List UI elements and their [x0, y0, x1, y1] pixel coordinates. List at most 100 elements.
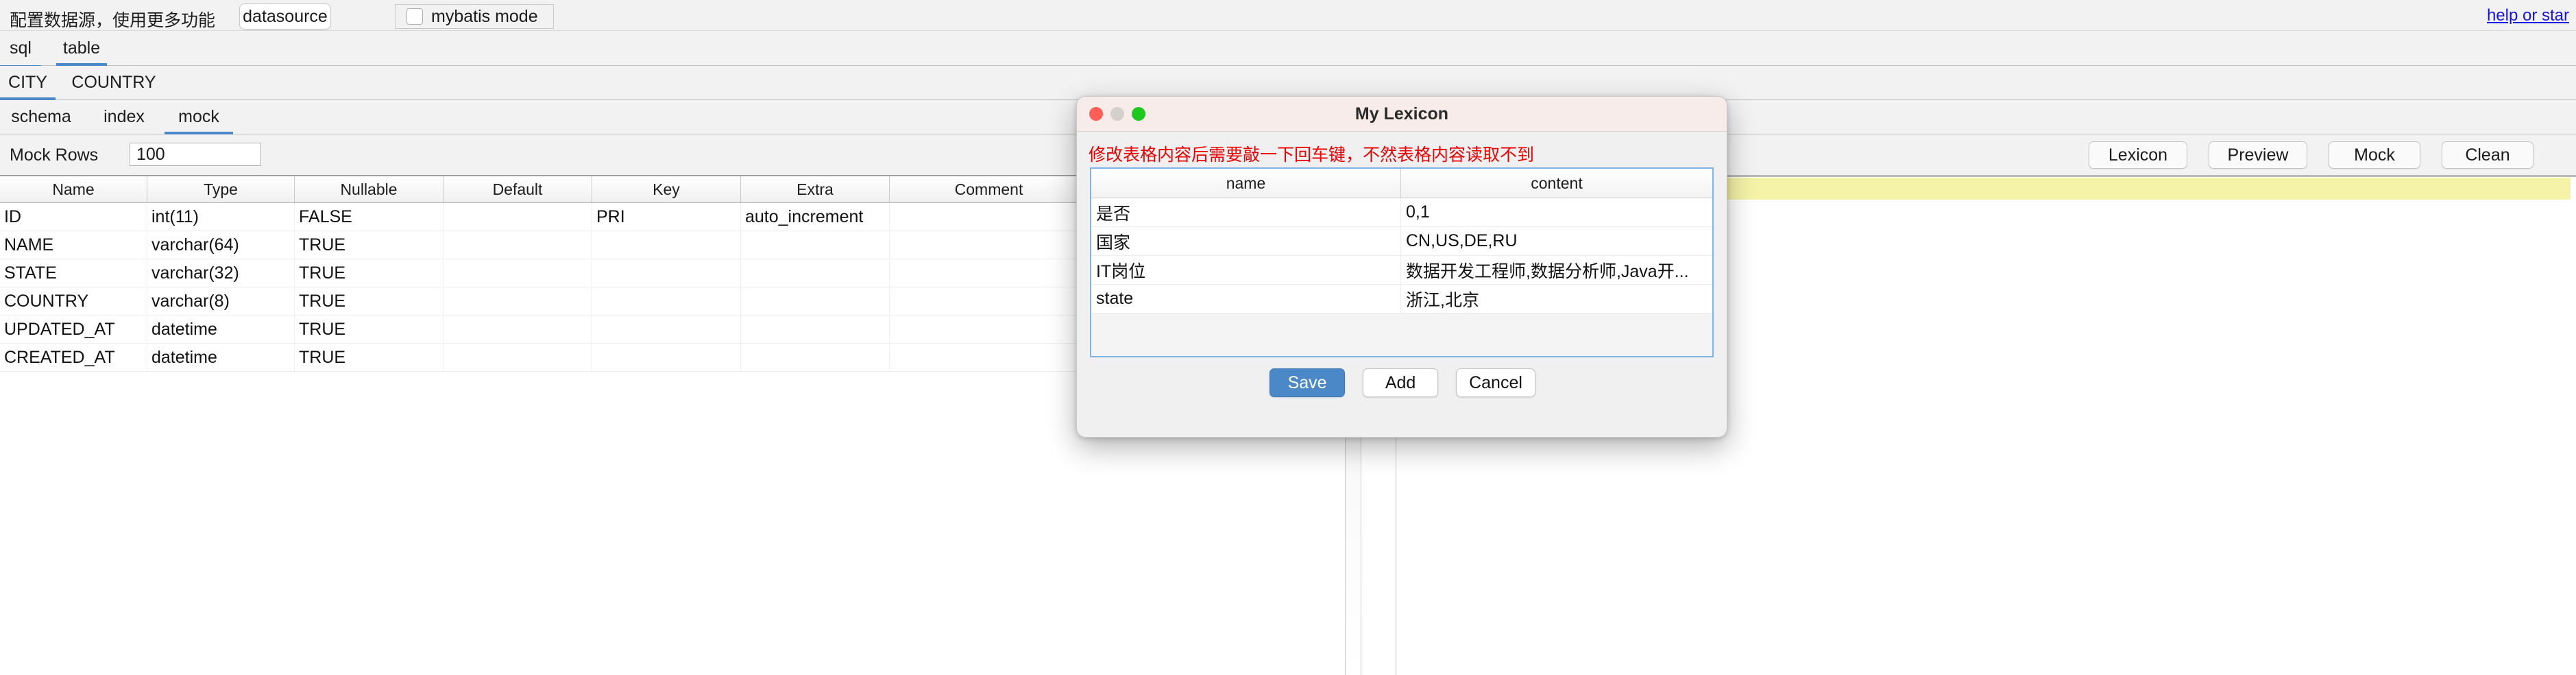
dialog-titlebar[interactable]: My Lexicon [1077, 97, 1727, 132]
cell-nullable[interactable]: TRUE [295, 259, 443, 287]
lexicon-cell-name[interactable]: 国家 [1091, 227, 1401, 255]
mybatis-mode-checkbox[interactable]: mybatis mode [395, 4, 554, 29]
lexicon-table-header: name content [1091, 169, 1712, 198]
cell-nullable[interactable]: TRUE [295, 231, 443, 259]
lexicon-col-header-content[interactable]: content [1401, 169, 1712, 198]
lexicon-cell-name[interactable]: IT岗位 [1091, 256, 1401, 284]
mock-button[interactable]: Mock [2329, 141, 2420, 169]
col-header-comment[interactable]: Comment [890, 176, 1089, 202]
cell-key[interactable] [592, 316, 741, 343]
lexicon-table[interactable]: name content 是否 0,1 国家 CN,US,DE,RU IT岗位 … [1090, 167, 1714, 357]
cell-extra[interactable] [741, 316, 890, 343]
cell-comment[interactable] [890, 344, 1089, 371]
col-header-extra[interactable]: Extra [741, 176, 890, 202]
lexicon-cell-content[interactable]: 数据开发工程师,数据分析师,Java开... [1401, 256, 1712, 284]
cell-default[interactable] [443, 259, 592, 287]
cell-extra[interactable]: auto_increment [741, 203, 890, 230]
lexicon-col-header-name[interactable]: name [1091, 169, 1401, 198]
lexicon-cell-content[interactable]: 浙江,北京 [1401, 285, 1712, 313]
cell-nullable[interactable]: TRUE [295, 344, 443, 371]
cell-default[interactable] [443, 316, 592, 343]
cell-key[interactable] [592, 287, 741, 315]
cell-comment[interactable] [890, 287, 1089, 315]
preview-button-label: Preview [2227, 145, 2289, 165]
tab-index[interactable]: index [93, 100, 156, 134]
tab-country[interactable]: COUNTRY [70, 66, 158, 99]
cell-type[interactable]: datetime [147, 344, 295, 371]
lexicon-cell-content[interactable]: CN,US,DE,RU [1401, 227, 1712, 255]
cell-name[interactable]: NAME [0, 231, 147, 259]
tab-city[interactable]: CITY [0, 66, 56, 100]
cell-default[interactable] [443, 231, 592, 259]
list-item[interactable]: IT岗位 数据开发工程师,数据分析师,Java开... [1091, 256, 1712, 285]
col-header-default[interactable]: Default [443, 176, 592, 202]
clean-button[interactable]: Clean [2442, 141, 2534, 169]
lexicon-button-label: Lexicon [2108, 145, 2168, 165]
list-item[interactable]: 国家 CN,US,DE,RU [1091, 227, 1712, 256]
cell-type[interactable]: varchar(8) [147, 287, 295, 315]
cell-key[interactable] [592, 231, 741, 259]
cell-comment[interactable] [890, 231, 1089, 259]
col-header-name[interactable]: Name [0, 176, 147, 202]
checkbox-icon[interactable] [406, 8, 423, 25]
datasource-button[interactable]: datasource [239, 3, 331, 29]
cell-extra[interactable] [741, 287, 890, 315]
cell-type[interactable]: varchar(64) [147, 231, 295, 259]
cell-nullable[interactable]: TRUE [295, 287, 443, 315]
cell-name[interactable]: ID [0, 203, 147, 230]
tab-sql[interactable]: sql [0, 31, 41, 65]
col-header-nullable[interactable]: Nullable [295, 176, 443, 202]
mock-rows-label: Mock Rows [10, 145, 99, 165]
list-item[interactable]: state 浙江,北京 [1091, 285, 1712, 313]
cell-nullable[interactable]: TRUE [295, 316, 443, 343]
table-tabstrip: CITY COUNTRY [0, 66, 2576, 100]
tab-city-label: CITY [8, 73, 47, 92]
mock-rows-input[interactable] [130, 143, 261, 166]
tab-table-label: table [62, 38, 101, 58]
tab-schema-label: schema [11, 107, 71, 126]
list-item[interactable]: 是否 0,1 [1091, 198, 1712, 227]
cell-name[interactable]: CREATED_AT [0, 344, 147, 371]
cell-type[interactable]: varchar(32) [147, 259, 295, 287]
cell-extra[interactable] [741, 344, 890, 371]
dialog-button-row: Save Add Cancel [1077, 368, 1727, 397]
cell-extra[interactable] [741, 231, 890, 259]
cell-type[interactable]: int(11) [147, 203, 295, 230]
mybatis-mode-label: mybatis mode [431, 6, 538, 26]
lexicon-table-empty-area[interactable] [1091, 313, 1712, 356]
cell-comment[interactable] [890, 203, 1089, 230]
dialog-title: My Lexicon [1354, 104, 1449, 123]
save-button[interactable]: Save [1269, 368, 1346, 397]
col-header-type[interactable]: Type [147, 176, 295, 202]
tab-schema[interactable]: schema [0, 100, 82, 134]
lexicon-button[interactable]: Lexicon [2089, 141, 2187, 169]
cell-extra[interactable] [741, 259, 890, 287]
cell-nullable[interactable]: FALSE [295, 203, 443, 230]
preview-button[interactable]: Preview [2209, 141, 2307, 169]
cell-name[interactable]: UPDATED_AT [0, 316, 147, 343]
tab-table[interactable]: table [56, 31, 107, 66]
cell-comment[interactable] [890, 259, 1089, 287]
lexicon-cell-name[interactable]: state [1091, 285, 1401, 313]
cell-key[interactable]: PRI [592, 203, 741, 230]
cell-name[interactable]: STATE [0, 259, 147, 287]
cancel-button[interactable]: Cancel [1456, 368, 1535, 397]
cell-default[interactable] [443, 287, 592, 315]
lexicon-cell-content[interactable]: 0,1 [1401, 198, 1712, 226]
col-header-key[interactable]: Key [592, 176, 741, 202]
cell-comment[interactable] [890, 316, 1089, 343]
cell-type[interactable]: datetime [147, 316, 295, 343]
mode-tabstrip: sql table [0, 31, 2576, 66]
top-toolbar: 配置数据源，使用更多功能 datasource mybatis mode hel… [0, 0, 2576, 31]
cell-default[interactable] [443, 203, 592, 230]
clean-button-label: Clean [2465, 145, 2510, 165]
cell-default[interactable] [443, 344, 592, 371]
cell-key[interactable] [592, 344, 741, 371]
datasource-hint-label: 配置数据源，使用更多功能 [10, 11, 216, 30]
help-or-star-link[interactable]: help or star [2487, 6, 2569, 25]
cell-name[interactable]: COUNTRY [0, 287, 147, 315]
add-button[interactable]: Add [1363, 368, 1439, 397]
cell-key[interactable] [592, 259, 741, 287]
lexicon-cell-name[interactable]: 是否 [1091, 198, 1401, 226]
tab-mock[interactable]: mock [165, 100, 233, 134]
